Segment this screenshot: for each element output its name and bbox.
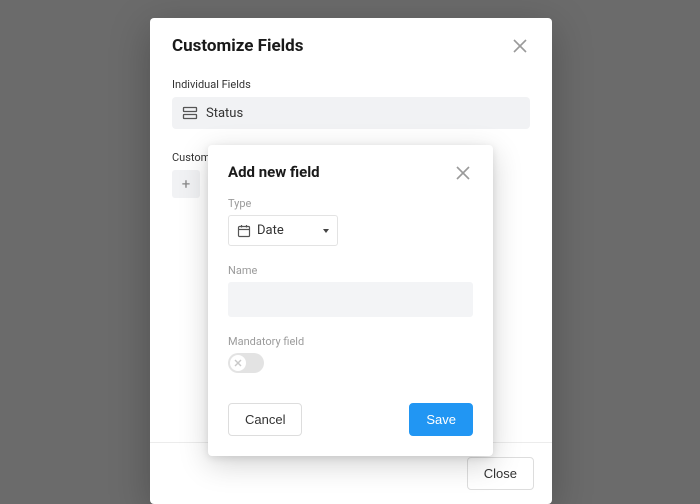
calendar-icon	[237, 224, 251, 238]
inner-modal-header: Add new field	[228, 163, 473, 183]
close-button[interactable]: Close	[467, 457, 534, 490]
name-input[interactable]	[228, 282, 473, 317]
mandatory-group: Mandatory field	[228, 335, 473, 373]
name-group: Name	[228, 264, 473, 317]
cancel-button[interactable]: Cancel	[228, 403, 302, 436]
type-select-value: Date	[257, 223, 284, 238]
save-button[interactable]: Save	[409, 403, 473, 436]
chevron-down-icon	[323, 229, 329, 233]
close-icon[interactable]	[453, 163, 473, 183]
inner-modal-title: Add new field	[228, 163, 320, 181]
mandatory-label: Mandatory field	[228, 335, 473, 348]
inner-modal-footer: Cancel Save	[228, 403, 473, 436]
type-group: Type Date	[228, 197, 473, 246]
name-label: Name	[228, 264, 473, 277]
type-label: Type	[228, 197, 473, 210]
individual-fields-label: Individual Fields	[172, 78, 530, 91]
add-field-button[interactable]: +	[172, 170, 200, 198]
add-field-modal: Add new field Type Date Name	[208, 145, 493, 456]
mandatory-toggle[interactable]	[228, 353, 264, 373]
toggle-off-knob	[230, 355, 246, 371]
plus-icon: +	[182, 175, 191, 193]
type-select[interactable]: Date	[228, 215, 338, 246]
status-field-icon	[182, 105, 198, 121]
modal-title: Customize Fields	[172, 36, 303, 56]
close-icon[interactable]	[510, 36, 530, 56]
field-row-status[interactable]: Status	[172, 97, 530, 129]
field-row-label: Status	[206, 106, 243, 121]
modal-header: Customize Fields	[150, 18, 552, 66]
